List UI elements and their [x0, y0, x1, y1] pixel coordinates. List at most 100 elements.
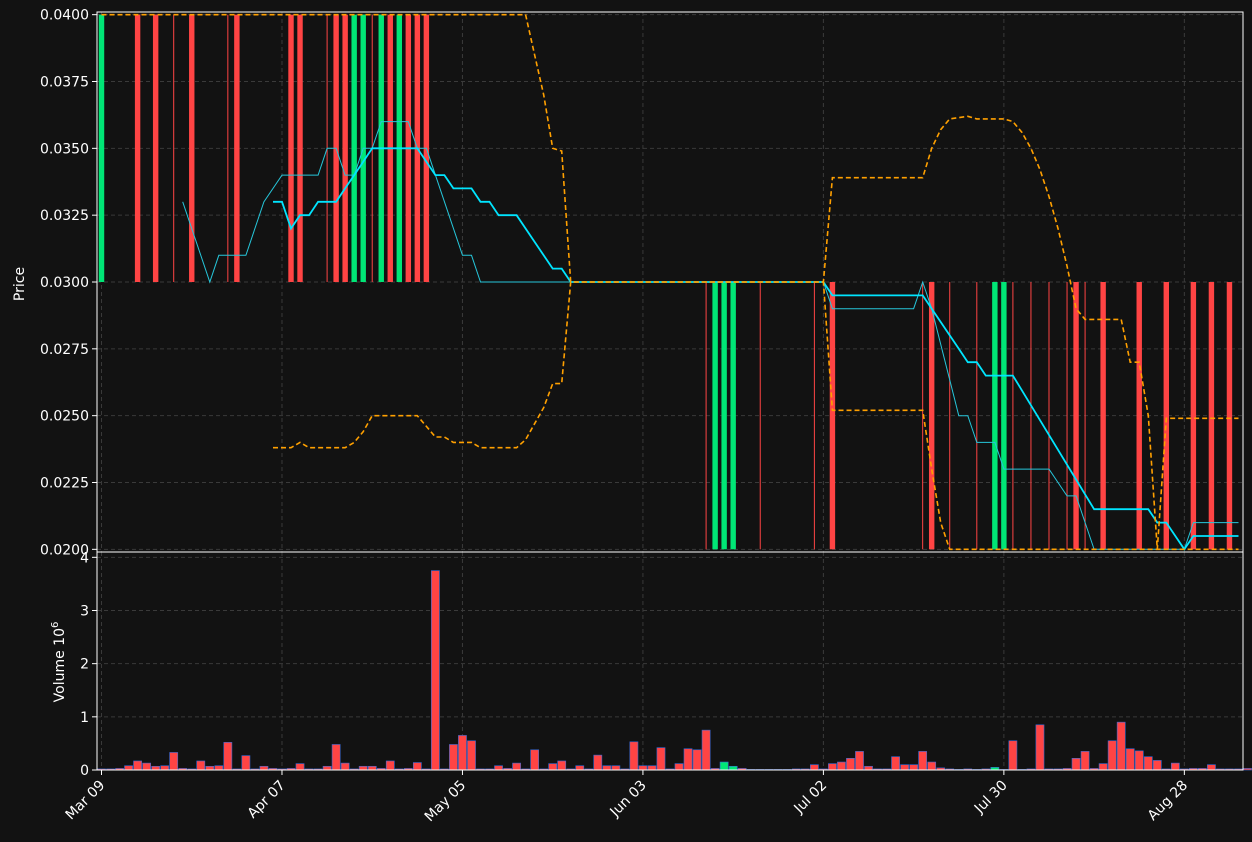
volume-bar — [918, 751, 928, 771]
volume-bar — [494, 765, 503, 771]
price-y-tick-label: 0.0225 — [40, 475, 89, 491]
volume-bar — [1098, 763, 1108, 771]
price-y-tick-label: 0.0350 — [40, 141, 89, 157]
candle — [98, 14, 105, 282]
candle — [351, 14, 357, 282]
volume-bar — [593, 754, 603, 771]
volume-bar — [133, 760, 142, 771]
candle — [721, 282, 727, 550]
volume-bar — [358, 765, 368, 771]
volume-bar — [223, 742, 233, 771]
volume-y-tick-label: 4 — [80, 550, 89, 566]
volume-y-tick-label: 3 — [80, 603, 89, 619]
candle — [829, 282, 836, 550]
volume-bar — [1035, 724, 1045, 771]
volume-bar — [638, 765, 648, 771]
candle — [1066, 282, 1068, 550]
volume-bar — [322, 765, 332, 771]
price-volume-chart: 0.02000.02250.02500.02750.03000.03250.03… — [0, 0, 1252, 842]
volume-bar — [683, 748, 693, 771]
volume-bar — [846, 758, 855, 771]
volume-bar — [385, 760, 395, 771]
price-y-tick-label: 0.0325 — [40, 208, 89, 224]
price-y-tick-label: 0.0300 — [40, 275, 89, 291]
price-y-ticks: 0.02000.02250.02500.02750.03000.03250.03… — [40, 8, 97, 558]
candle — [152, 14, 159, 282]
volume-bar — [458, 735, 467, 771]
volume-bar — [548, 763, 558, 771]
price-y-tick-label: 0.0400 — [40, 8, 89, 24]
candle — [1190, 282, 1197, 550]
volume-bar — [142, 762, 151, 771]
price-axis-label: Price — [12, 267, 28, 301]
volume-bar — [927, 761, 937, 771]
candle — [227, 14, 229, 282]
volume-bar — [151, 765, 161, 771]
volume-bar — [891, 756, 900, 771]
candle — [992, 282, 998, 550]
volume-bar — [611, 765, 621, 771]
candle — [1030, 282, 1032, 550]
volume-bar — [674, 763, 684, 771]
volume-bar — [1116, 721, 1126, 771]
candle — [976, 282, 978, 550]
candle — [1163, 282, 1170, 550]
price-y-tick-label: 0.0375 — [40, 75, 89, 91]
volume-bar — [241, 755, 251, 771]
volume-bar — [1143, 756, 1153, 771]
price-y-tick-label: 0.0250 — [40, 409, 89, 425]
candle — [1012, 282, 1014, 550]
volume-bar — [1107, 740, 1117, 771]
volume-bar — [512, 762, 521, 771]
volume-bar — [557, 760, 567, 771]
volume-bar — [340, 762, 350, 771]
volume-bar — [1125, 748, 1135, 771]
volume-bar — [629, 741, 639, 771]
volume-bar — [196, 760, 206, 771]
volume-bar — [1243, 768, 1252, 771]
candle — [1073, 282, 1079, 550]
volume-bar — [169, 752, 179, 771]
candle — [705, 282, 707, 550]
volume-bar — [647, 765, 657, 771]
volume-bar — [575, 765, 585, 771]
volume-bar — [205, 765, 215, 771]
candle — [173, 14, 175, 282]
volume-bar — [1134, 750, 1144, 771]
volume-bar — [701, 729, 711, 771]
volume-y-tick-label: 0 — [80, 763, 89, 779]
volume-bar — [124, 765, 133, 771]
candle — [189, 14, 195, 282]
volume-bar — [1207, 764, 1216, 771]
volume-bar — [1071, 758, 1081, 771]
candle — [288, 14, 294, 282]
candle — [234, 14, 240, 282]
volume-bar — [864, 765, 873, 771]
candle — [342, 14, 348, 282]
volume-bar — [160, 765, 170, 771]
volume-bar — [828, 763, 837, 771]
volume-bar — [837, 761, 846, 771]
candle — [928, 282, 935, 550]
volume-bar — [900, 764, 909, 771]
candle — [1001, 282, 1007, 550]
candle — [297, 14, 303, 282]
volume-bar — [295, 763, 305, 771]
volume-bar — [331, 744, 341, 771]
candle — [1226, 282, 1233, 550]
candle — [134, 14, 141, 282]
volume-bar — [810, 764, 819, 771]
volume-bar — [692, 749, 702, 771]
volume-bar — [656, 747, 666, 771]
candle — [1208, 282, 1215, 550]
volume-bar — [728, 765, 738, 771]
volume-bar — [530, 749, 540, 771]
candle — [1084, 282, 1086, 550]
volume-bar — [259, 765, 269, 771]
chart-background — [0, 0, 1252, 842]
volume-bar — [602, 765, 612, 771]
volume-bar — [449, 744, 458, 771]
volume-bar — [412, 762, 422, 771]
volume-bar — [214, 765, 224, 771]
volume-bar — [855, 751, 864, 771]
